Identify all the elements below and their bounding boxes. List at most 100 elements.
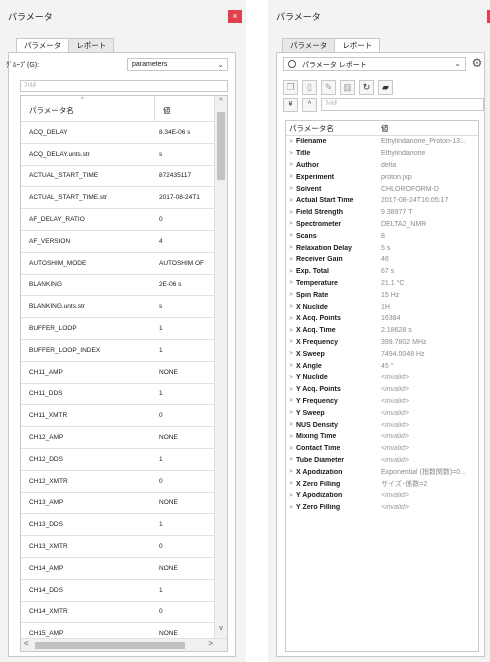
table-row[interactable]: AF_VERSION 4: [21, 231, 214, 253]
chevron-right-icon[interactable]: >: [286, 469, 296, 475]
tree-item[interactable]: > Spin Rate 15 Hz: [286, 289, 478, 301]
table-row[interactable]: CH13_AMP NONE: [21, 493, 214, 515]
chevron-right-icon[interactable]: >: [286, 457, 296, 463]
scroll-thumb[interactable]: [217, 112, 225, 180]
tab-parameters[interactable]: パラメータ: [16, 38, 70, 52]
horizontal-scrollbar[interactable]: < >: [21, 638, 227, 651]
table-row[interactable]: CH13_XMTR 0: [21, 536, 214, 558]
scroll-down-icon[interactable]: v: [215, 625, 227, 637]
chevron-right-icon[interactable]: >: [286, 233, 296, 239]
table-row[interactable]: BUFFER_LOOP_INDEX 1: [21, 340, 214, 362]
tree-item[interactable]: > Scans 8: [286, 230, 478, 242]
right-filter-input[interactable]: ﾌｨﾙﾀ: [321, 98, 484, 111]
table-row[interactable]: CH11_AMP NONE: [21, 362, 214, 384]
scroll-up-icon[interactable]: ^: [215, 98, 227, 110]
tree-item[interactable]: > X Frequency 399.7802 MHz: [286, 337, 478, 349]
tree-item[interactable]: > Filename Ethylindanone_Proton-13...: [286, 136, 478, 148]
group-select[interactable]: parameters ⌄: [127, 58, 228, 71]
chevron-right-icon[interactable]: >: [286, 139, 296, 145]
table-row[interactable]: ACTUAL_START_TIME.str 2017-08-24T1: [21, 187, 214, 210]
collapse-all-icon[interactable]: ^: [302, 98, 317, 112]
tree-item[interactable]: > X Acq. Time 2.18628 s: [286, 325, 478, 337]
table-row[interactable]: CH14_DDS 1: [21, 580, 214, 602]
table-row[interactable]: AUTOSHIM_MODE AUTOSHIM OF: [21, 253, 214, 275]
tree-item[interactable]: > Spectrometer DELTA2_NMR: [286, 219, 478, 231]
tree-item[interactable]: > Y Nuclide <invalid>: [286, 372, 478, 384]
column-header-value[interactable]: 値: [155, 96, 215, 121]
table-row[interactable]: ACQ_DELAY 8.34E-06 s: [21, 122, 214, 144]
tree-item[interactable]: > Receiver Gain 46: [286, 254, 478, 266]
tree-item[interactable]: > Exp. Total 67 s: [286, 266, 478, 278]
chevron-right-icon[interactable]: >: [286, 221, 296, 227]
chevron-right-icon[interactable]: >: [286, 186, 296, 192]
tree-item[interactable]: > Y Acq. Points <invalid>: [286, 384, 478, 396]
tab-report[interactable]: レポート: [68, 38, 115, 52]
tree-item[interactable]: > Relaxation Delay 5 s: [286, 242, 478, 254]
tree-item[interactable]: > Tube Diameter <invalid>: [286, 455, 478, 467]
table-row[interactable]: BLANKING.unts.str s: [21, 296, 214, 319]
chevron-right-icon[interactable]: >: [286, 328, 296, 334]
chevron-right-icon[interactable]: >: [286, 363, 296, 369]
chevron-right-icon[interactable]: >: [286, 351, 296, 357]
refresh-icon[interactable]: ↻: [359, 80, 374, 95]
chevron-right-icon[interactable]: >: [286, 410, 296, 416]
table-row[interactable]: ACTUAL_START_TIME 872435117: [21, 166, 214, 188]
tab-parameters[interactable]: パラメータ: [282, 38, 336, 52]
expand-all-icon[interactable]: ¥: [283, 98, 298, 112]
chevron-right-icon[interactable]: >: [286, 174, 296, 180]
chevron-right-icon[interactable]: >: [286, 434, 296, 440]
column-header-name[interactable]: ^ パラメータ名: [21, 96, 155, 121]
delete-icon[interactable]: ▥: [340, 80, 355, 95]
tree-item[interactable]: > Y Apodization <invalid>: [286, 490, 478, 502]
tree-item[interactable]: > X Angle 45 °: [286, 360, 478, 372]
tree-item[interactable]: > Solvent CHLOROFORM-D: [286, 183, 478, 195]
eraser-icon[interactable]: ▰: [378, 80, 393, 95]
tree-item[interactable]: > X Zero Filling サイズ･係数=2: [286, 478, 478, 490]
chevron-right-icon[interactable]: >: [286, 210, 296, 216]
tree-item[interactable]: > NUS Density <invalid>: [286, 419, 478, 431]
chevron-right-icon[interactable]: >: [286, 245, 296, 251]
table-row[interactable]: BLANKING 2E-06 s: [21, 275, 214, 297]
table-row[interactable]: BUFFER_LOOP 1: [21, 318, 214, 340]
scroll-right-icon[interactable]: >: [208, 639, 213, 648]
table-row[interactable]: AF_DELAY_RATIO 0: [21, 209, 214, 231]
tree-item[interactable]: > Y Sweep <invalid>: [286, 407, 478, 419]
tree-item[interactable]: > X Acq. Points 16384: [286, 313, 478, 325]
scroll-left-icon[interactable]: <: [24, 639, 29, 648]
tree-item[interactable]: > Y Zero Filling <invalid>: [286, 502, 478, 514]
tree-item[interactable]: > Experiment proton.jxp: [286, 171, 478, 183]
tab-report[interactable]: レポート: [334, 38, 381, 52]
chevron-right-icon[interactable]: >: [286, 316, 296, 322]
chevron-right-icon[interactable]: >: [286, 493, 296, 499]
chevron-right-icon[interactable]: >: [286, 505, 296, 511]
chevron-right-icon[interactable]: >: [286, 257, 296, 263]
chevron-right-icon[interactable]: >: [286, 292, 296, 298]
hscroll-thumb[interactable]: [35, 642, 185, 649]
chevron-right-icon[interactable]: >: [286, 481, 296, 487]
table-row[interactable]: CH14_XMTR 0: [21, 602, 214, 624]
tree-item[interactable]: > X Nuclide 1H: [286, 301, 478, 313]
chevron-right-icon[interactable]: >: [286, 375, 296, 381]
chevron-right-icon[interactable]: >: [286, 151, 296, 157]
tree-item[interactable]: > Actual Start Time 2017-08-24T16:05:17: [286, 195, 478, 207]
tree-item[interactable]: > Mixing Time <invalid>: [286, 431, 478, 443]
tree-item[interactable]: > Author delta: [286, 160, 478, 172]
report-select[interactable]: パラメータ レポート ⌄: [283, 57, 466, 71]
left-filter-input[interactable]: ﾌｨﾙﾀ: [20, 80, 228, 92]
chevron-right-icon[interactable]: >: [286, 422, 296, 428]
edit-icon[interactable]: ✎: [321, 80, 336, 95]
chevron-right-icon[interactable]: >: [286, 280, 296, 286]
close-icon[interactable]: ×: [228, 10, 242, 23]
chevron-right-icon[interactable]: >: [286, 304, 296, 310]
table-row[interactable]: CH12_XMTR 0: [21, 471, 214, 493]
chevron-right-icon[interactable]: >: [286, 446, 296, 452]
chevron-right-icon[interactable]: >: [286, 269, 296, 275]
vertical-scrollbar[interactable]: ^ v: [214, 96, 227, 639]
gear-icon[interactable]: ⚙: [470, 56, 484, 70]
table-row[interactable]: CH13_DDS 1: [21, 514, 214, 537]
chevron-right-icon[interactable]: >: [286, 162, 296, 168]
tree-column-value[interactable]: 値: [381, 123, 389, 134]
chevron-right-icon[interactable]: >: [286, 398, 296, 404]
new-page-icon[interactable]: ▯: [302, 80, 317, 95]
tree-item[interactable]: > Temperature 21.1 °C: [286, 278, 478, 290]
